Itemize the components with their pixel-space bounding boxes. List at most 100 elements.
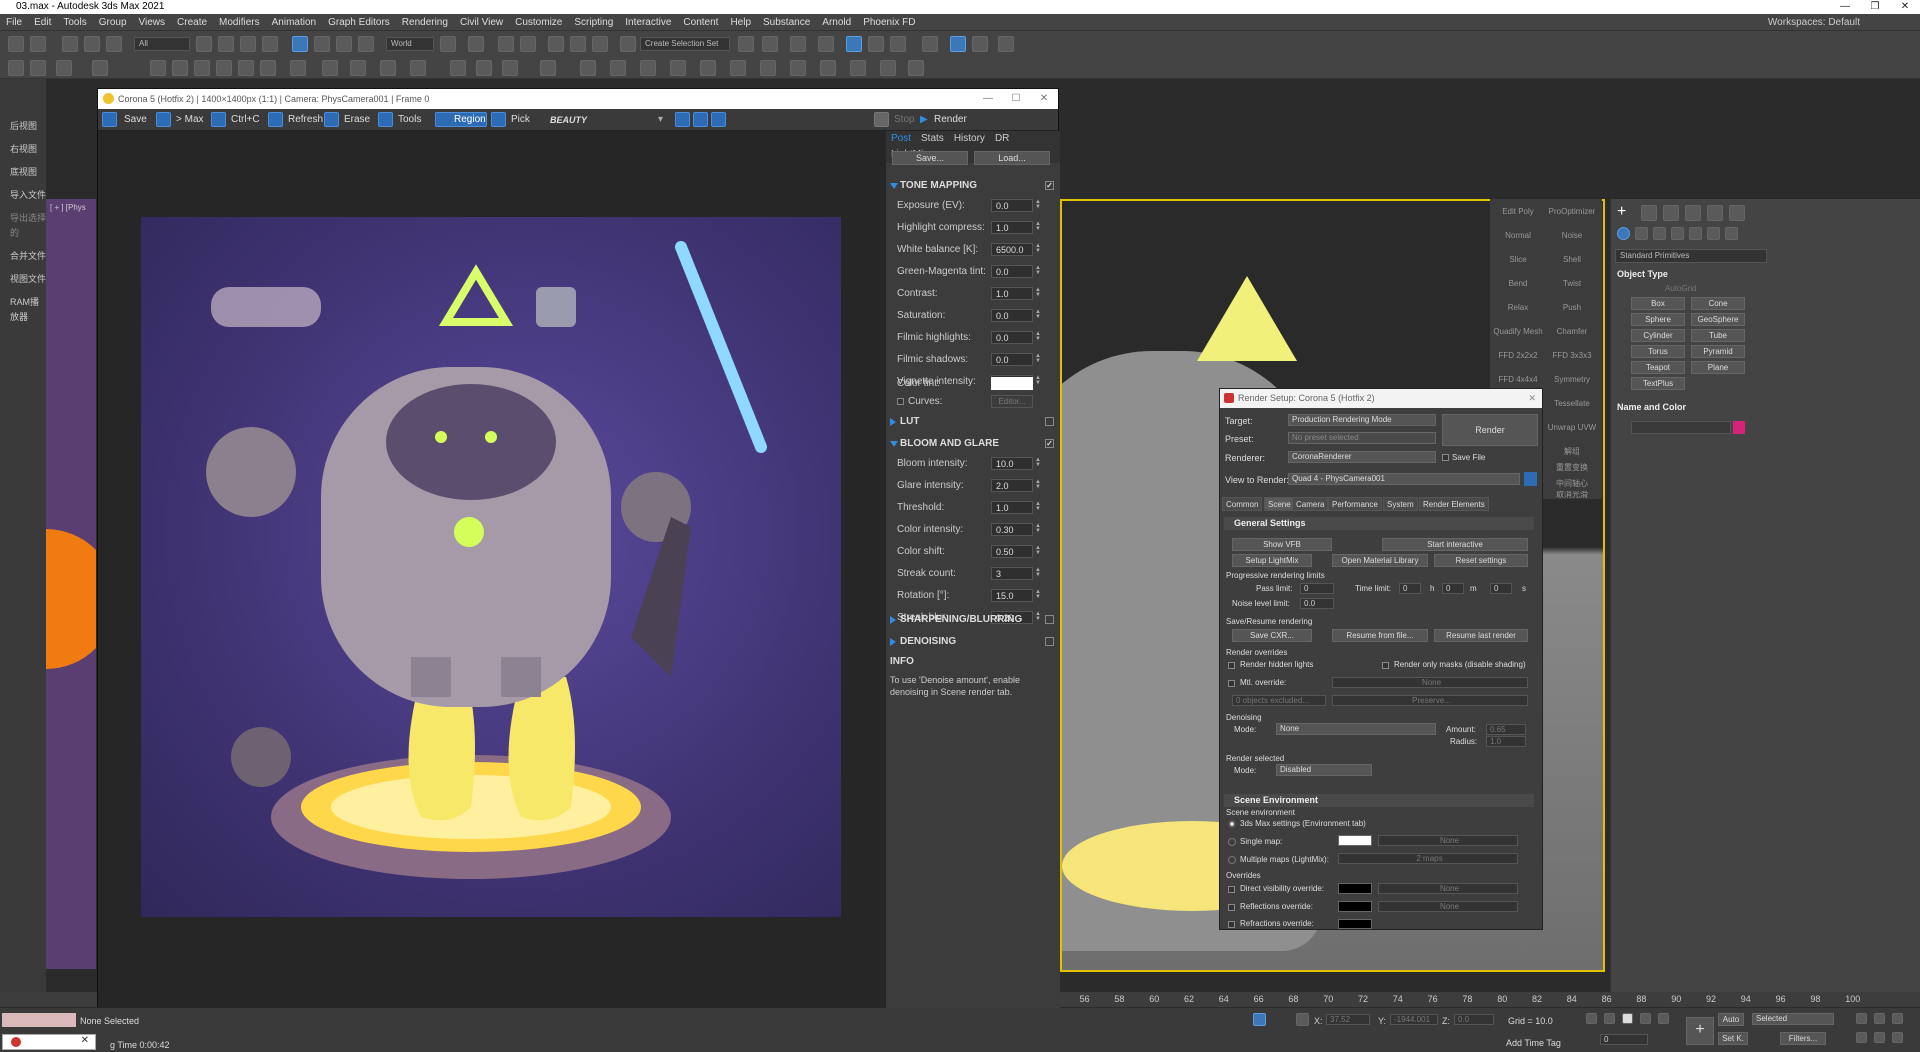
multiple-maps-radio[interactable] [1228,856,1236,864]
resume-last-render-button[interactable]: Resume last render [1434,629,1528,642]
param-value-input[interactable]: 1.0 [991,501,1033,514]
zoom-fit-icon[interactable] [711,112,726,127]
scale-icon[interactable] [336,36,352,52]
left-item-ram-player[interactable]: RAM播放器 [0,291,46,329]
rendered-frame-window-icon[interactable] [972,36,988,52]
spinner-arrows-icon[interactable]: ▲ ▼ [1035,523,1042,535]
vfb-refresh-button[interactable]: Refresh [288,113,323,127]
snaps-toggle-icon[interactable] [520,36,536,52]
direct-visibility-swatch[interactable] [1338,883,1372,894]
modifier-chamfer[interactable]: Chamfer [1546,323,1598,341]
ribbon-icon[interactable] [846,36,862,52]
unlink-icon[interactable] [84,36,100,52]
post-save-button[interactable]: Save... [892,151,968,165]
tab-post[interactable]: Post [886,131,916,147]
reflections-slot[interactable]: None [1378,901,1518,912]
lock-view-icon[interactable] [1524,472,1537,486]
spinner-arrows-icon[interactable]: ▲ ▼ [1035,309,1042,321]
menu-group[interactable]: Group [93,14,133,31]
view-to-render-dropdown[interactable]: Quad 4 - PhysCamera001 [1288,473,1520,485]
tone-mapping-checkbox[interactable]: ✓ [1045,181,1054,190]
utilities-tab-icon[interactable] [1729,205,1745,221]
geosphere-button[interactable]: GeoSphere [1691,313,1745,326]
general-settings-rollout[interactable]: General Settings [1224,517,1534,530]
vfb-to-max-button[interactable]: > Max [176,113,204,127]
autogrid-checkbox[interactable]: AutoGrid [1665,284,1697,293]
denoise-mode-dropdown[interactable]: None [1276,723,1436,735]
scene-environment-rollout[interactable]: Scene Environment [1224,794,1534,807]
go-to-start-icon[interactable] [1586,1013,1597,1024]
place-icon[interactable] [358,36,374,52]
systems-category-icon[interactable] [1725,227,1738,240]
redo-icon[interactable] [30,36,46,52]
hierarchy-tab-icon[interactable] [1663,205,1679,221]
maximize-icon[interactable]: ❐ [1860,0,1890,14]
refractions-swatch[interactable] [1338,919,1372,929]
chaos-icon[interactable] [760,60,776,76]
add-time-tag[interactable]: Add Time Tag [1506,1038,1561,1048]
light-lister-icon[interactable] [580,60,596,76]
teapot-icon[interactable] [290,60,306,76]
pyramid-button[interactable]: Pyramid [1691,345,1745,358]
orbit-icon[interactable] [1892,1013,1903,1024]
add-key-icon[interactable]: + [1686,1017,1714,1045]
region-select-icon[interactable] [240,36,256,52]
spinner-arrows-icon[interactable]: ▲ ▼ [1035,243,1042,255]
spinner-arrows-icon[interactable]: ▲ ▼ [1035,221,1042,233]
param-value-input[interactable]: 0.0 [991,353,1033,366]
viewport-top-left[interactable]: [ + ] [Phys [46,199,96,969]
z-coordinate[interactable]: 0.0 [1454,1014,1494,1025]
tone-mapping-section[interactable]: TONE MAPPING ✓ [886,177,1060,195]
render-play-icon[interactable]: ▶ [920,113,928,127]
vfb-close-icon[interactable]: ✕ [1030,89,1058,109]
start-interactive-button[interactable]: Start interactive [1382,538,1528,551]
param-value-input[interactable]: 10.0 [991,457,1033,470]
cone-icon[interactable] [238,60,254,76]
object-type-rollout[interactable]: Object Type [1617,269,1668,279]
bloom-glare-checkbox[interactable]: ✓ [1045,439,1054,448]
mtl-override-checkbox[interactable] [1228,680,1235,687]
param-value-input[interactable]: 15.0 [991,589,1033,602]
link-viewport-icon[interactable] [850,60,866,76]
converter-icon[interactable] [730,60,746,76]
workspaces-selector[interactable]: Workspaces: Default [1768,14,1860,31]
viewport-label[interactable]: [ + ] [Phys [50,203,86,212]
lut-checkbox[interactable] [1045,417,1054,426]
modifier-symmetry[interactable]: Symmetry [1546,371,1598,389]
single-map-radio[interactable] [1228,838,1236,846]
field-of-view-icon[interactable] [1874,1032,1885,1043]
helpers-icon[interactable] [380,60,396,76]
excluded-objects-button[interactable]: 0 objects excluded... [1232,695,1326,706]
param-value-input[interactable]: 0.0 [991,309,1033,322]
render-production-icon[interactable] [998,36,1014,52]
single-map-slot[interactable]: None [1378,835,1518,846]
zoom-icon[interactable] [1856,1013,1867,1024]
param-value-input[interactable]: 1.0 [991,221,1033,234]
eye-icon[interactable] [880,60,896,76]
x-coordinate[interactable]: 37.52 [1326,1014,1370,1025]
keyboard-shortcut-icon[interactable] [498,36,514,52]
param-value-input[interactable]: 0.0 [991,265,1033,278]
tab-dr[interactable]: DR [990,131,1014,147]
modifier-ffd-3[interactable]: FFD 3x3x3 [1546,347,1598,365]
direct-visibility-checkbox[interactable] [1228,886,1235,893]
curve-editor-icon[interactable] [868,36,884,52]
key-filters-button[interactable]: Filters... [1780,1032,1826,1045]
menu-interactive[interactable]: Interactive [619,14,677,31]
param-value-input[interactable]: 2.0 [991,479,1033,492]
edit-named-selection-icon[interactable] [620,36,636,52]
select-by-name-icon[interactable] [218,36,234,52]
vfb-maximize-icon[interactable]: ☐ [1002,89,1030,109]
modifier-bend[interactable]: Bend [1492,275,1544,293]
cameras-category-icon[interactable] [1671,227,1684,240]
save-file-checkbox[interactable] [1442,454,1449,461]
create-tab-icon[interactable]: + [1617,204,1633,221]
create-icon[interactable] [8,60,24,76]
modifier-relax[interactable]: Relax [1492,299,1544,317]
set-key-button[interactable]: Set K. [1718,1032,1748,1045]
time-minutes-input[interactable]: 0 [1442,583,1464,594]
vfb-canvas[interactable] [98,131,886,1008]
render-pass-dropdown[interactable]: BEAUTY [550,113,587,127]
shapes-category-icon[interactable] [1635,227,1648,240]
cylinder-button[interactable]: Cylinder [1631,329,1685,342]
